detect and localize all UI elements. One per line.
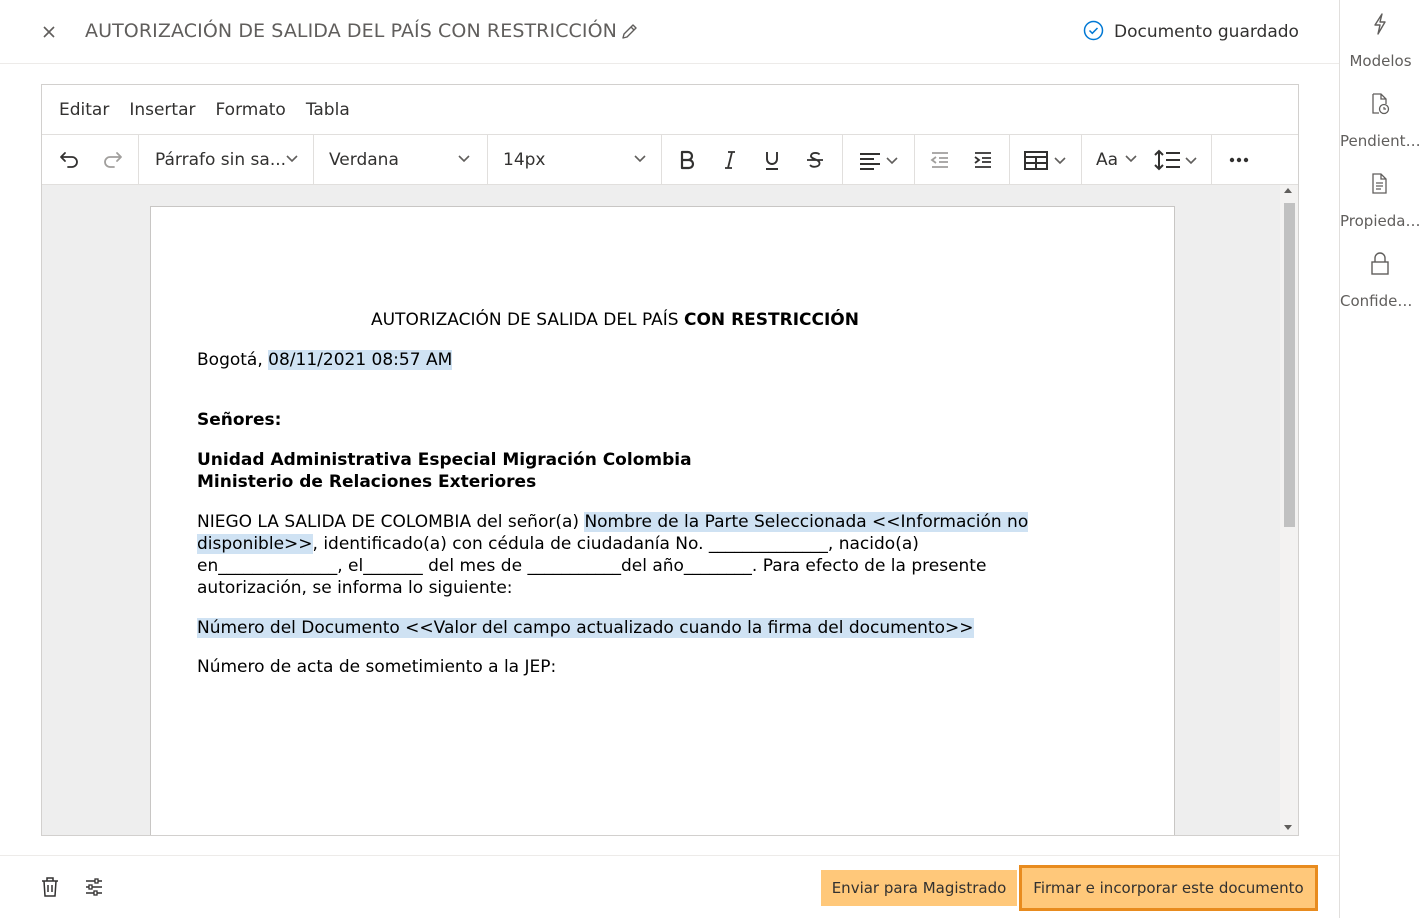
- city-text: Bogotá,: [197, 350, 269, 370]
- document-clock-icon: [1369, 92, 1391, 116]
- toolbar-separator: [914, 135, 915, 185]
- editor-canvas: AUTORIZACIÓN DE SALIDA DEL PAÍS CON REST…: [42, 185, 1298, 835]
- body-line-2: disponible>>, identificado(a) con cédula…: [197, 534, 919, 554]
- party-name-field[interactable]: Nombre de la Parte Seleccionada <<Inform…: [584, 512, 1029, 532]
- font-size-select[interactable]: 14px: [503, 135, 661, 185]
- dialog-footer: Enviar para Magistrado Firmar e incorpor…: [0, 855, 1339, 918]
- toolbar-separator: [661, 135, 662, 185]
- close-icon[interactable]: [38, 21, 60, 43]
- toolbar-separator: [138, 135, 139, 185]
- menu-editar[interactable]: Editar: [59, 100, 109, 120]
- scroll-up-arrow[interactable]: [1284, 188, 1292, 193]
- heading-bold: CON RESTRICCIÓN: [684, 310, 859, 330]
- pencil-icon[interactable]: [618, 21, 640, 43]
- toolbar-separator: [487, 135, 488, 185]
- chevron-down-icon: [1125, 155, 1137, 163]
- body-line-3: en______________, el_______ del mes de _…: [197, 556, 987, 576]
- editor-toolbar: Párrafo sin sa... Verdana 14px Aa: [42, 135, 1298, 185]
- right-side-rail: Modelos Pendientes Propiedades Confidenc…: [1340, 0, 1421, 918]
- send-to-magistrate-button[interactable]: Enviar para Magistrado: [821, 870, 1017, 906]
- paragraph-style-value: Párrafo sin sa...: [155, 150, 287, 170]
- menu-formato[interactable]: Formato: [216, 100, 286, 120]
- editor-menubar: Editar Insertar Formato Tabla: [42, 85, 1298, 135]
- toolbar-separator: [1081, 135, 1082, 185]
- document-number-field[interactable]: Número del Documento <<Valor del campo a…: [197, 618, 974, 638]
- scroll-down-arrow[interactable]: [1284, 825, 1292, 830]
- body-line-1: NIEGO LA SALIDA DE COLOMBIA del señor(a)…: [197, 512, 1029, 532]
- strikethrough-icon[interactable]: [799, 144, 831, 176]
- line-height-icon[interactable]: [1150, 144, 1202, 176]
- scrollbar-thumb[interactable]: [1284, 203, 1295, 527]
- font-size-value: 14px: [503, 150, 546, 170]
- redo-icon[interactable]: [97, 144, 129, 176]
- table-icon[interactable]: [1019, 144, 1071, 176]
- recipient-line-1: Unidad Administrativa Especial Migración…: [197, 450, 692, 470]
- trash-icon[interactable]: [38, 875, 62, 899]
- vertical-scrollbar[interactable]: [1280, 185, 1298, 835]
- text-case-select[interactable]: Aa: [1096, 135, 1146, 185]
- italic-icon[interactable]: [714, 144, 746, 176]
- dialog-header: AUTORIZACIÓN DE SALIDA DEL PAÍS CON REST…: [0, 0, 1339, 64]
- rail-item-pendientes[interactable]: Pendientes: [1340, 92, 1421, 162]
- paragraph-style-select[interactable]: Párrafo sin sa...: [155, 135, 313, 185]
- align-left-icon[interactable]: [852, 144, 904, 176]
- document-body: AUTORIZACIÓN DE SALIDA DEL PAÍS CON REST…: [197, 309, 1097, 678]
- menu-insertar[interactable]: Insertar: [129, 100, 195, 120]
- indent-icon[interactable]: [967, 144, 999, 176]
- lock-icon: [1369, 252, 1391, 276]
- chevron-down-icon: [458, 155, 470, 163]
- menu-tabla[interactable]: Tabla: [306, 100, 350, 120]
- document-heading: AUTORIZACIÓN DE SALIDA DEL PAÍS CON REST…: [197, 309, 1033, 331]
- sign-and-incorporate-button[interactable]: Firmar e incorporar este documento: [1019, 865, 1318, 911]
- date-field[interactable]: 08/11/2021 08:57 AM: [268, 350, 453, 370]
- outdent-icon[interactable]: [924, 144, 956, 176]
- chevron-down-icon: [634, 155, 646, 163]
- toolbar-separator: [313, 135, 314, 185]
- underline-icon[interactable]: [756, 144, 788, 176]
- settings-sliders-icon[interactable]: [82, 875, 106, 899]
- recipient-line-2: Ministerio de Relaciones Exteriores: [197, 472, 537, 492]
- rail-label-modelos: Modelos: [1349, 52, 1412, 70]
- heading-normal: AUTORIZACIÓN DE SALIDA DEL PAÍS: [370, 310, 684, 330]
- check-circle-icon: [1083, 20, 1104, 45]
- document-list-icon: [1369, 172, 1391, 196]
- salutation: Señores:: [197, 410, 282, 430]
- rich-text-editor: Editar Insertar Formato Tabla Párrafo si…: [41, 84, 1299, 836]
- document-title: AUTORIZACIÓN DE SALIDA DEL PAÍS CON REST…: [85, 20, 617, 42]
- rail-item-confidencialidad[interactable]: Confidencialidad: [1340, 252, 1421, 322]
- rail-label-confidencialidad: Confidencialidad: [1340, 292, 1421, 310]
- rail-label-pendientes: Pendientes: [1340, 132, 1421, 150]
- document-page[interactable]: AUTORIZACIÓN DE SALIDA DEL PAÍS CON REST…: [150, 206, 1175, 835]
- rail-item-propiedades[interactable]: Propiedades: [1340, 172, 1421, 242]
- undo-icon[interactable]: [53, 144, 85, 176]
- bold-icon[interactable]: [671, 144, 703, 176]
- save-status: Documento guardado: [1083, 20, 1299, 45]
- toolbar-separator: [1009, 135, 1010, 185]
- party-name-field-cont[interactable]: disponible>>: [197, 534, 313, 554]
- toolbar-separator: [1211, 135, 1212, 185]
- rail-label-propiedades: Propiedades: [1340, 212, 1421, 230]
- document-editor-dialog: AUTORIZACIÓN DE SALIDA DEL PAÍS CON REST…: [0, 0, 1340, 918]
- toolbar-separator: [842, 135, 843, 185]
- text-case-value: Aa: [1096, 150, 1119, 170]
- save-status-text: Documento guardado: [1114, 22, 1299, 42]
- lightning-icon: [1369, 12, 1391, 36]
- chevron-down-icon: [286, 155, 298, 163]
- body-line-4: autorización, se informa lo siguiente:: [197, 578, 513, 598]
- jep-line: Número de acta de sometimiento a la JEP:: [197, 657, 557, 677]
- rail-item-modelos[interactable]: Modelos: [1340, 12, 1421, 82]
- date-line: Bogotá, 08/11/2021 08:57 AM: [197, 349, 1097, 371]
- font-family-select[interactable]: Verdana: [329, 135, 487, 185]
- font-family-value: Verdana: [329, 150, 399, 170]
- document-number-line: Número del Documento <<Valor del campo a…: [197, 617, 1097, 639]
- more-icon[interactable]: [1223, 144, 1255, 176]
